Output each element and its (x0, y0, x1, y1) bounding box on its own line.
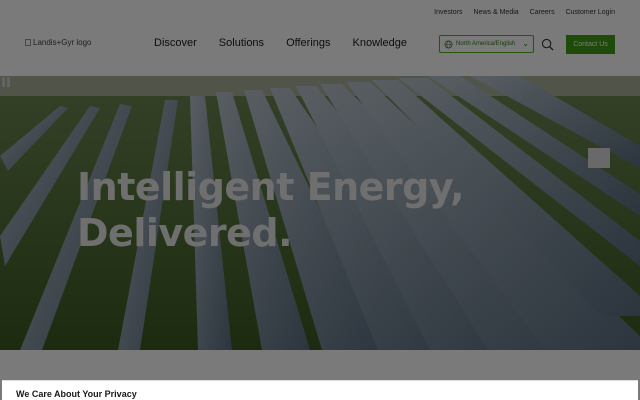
contact-us-button[interactable]: Contact Us (566, 35, 615, 54)
content-band (0, 350, 640, 380)
link-news-media[interactable]: News & Media (474, 9, 519, 16)
link-customer-login[interactable]: Customer Login (566, 9, 615, 16)
hero-title: Intelligent Energy, Delivered. (77, 164, 465, 256)
hero-title-line-1: Intelligent Energy, (77, 165, 465, 209)
utility-nav: Investors News & Media Careers Customer … (434, 9, 615, 16)
region-language-select[interactable]: North America/English ⌄ (439, 35, 534, 53)
site-header: Investors News & Media Careers Customer … (0, 0, 640, 76)
hero-banner: Intelligent Energy, Delivered. (0, 76, 640, 350)
link-careers[interactable]: Careers (530, 9, 555, 16)
pause-icon[interactable] (0, 76, 12, 88)
chevron-down-icon: ⌄ (522, 39, 529, 48)
nav-knowledge[interactable]: Knowledge (353, 37, 407, 49)
nav-discover[interactable]: Discover (154, 37, 197, 49)
broken-image-icon (25, 39, 31, 46)
globe-icon (444, 40, 453, 48)
logo[interactable]: Landis+Gyr logo (25, 38, 91, 47)
nav-offerings[interactable]: Offerings (286, 37, 330, 49)
search-icon[interactable] (541, 38, 554, 51)
main-nav: Discover Solutions Offerings Knowledge (154, 37, 407, 49)
link-investors[interactable]: Investors (434, 9, 462, 16)
nav-solutions[interactable]: Solutions (219, 37, 264, 49)
hero-title-line-2: Delivered. (77, 211, 293, 255)
region-label: North America/English (456, 41, 516, 47)
privacy-title: We Care About Your Privacy (16, 389, 137, 399)
privacy-banner: We Care About Your Privacy (2, 380, 638, 400)
logo-alt-text: Landis+Gyr logo (33, 38, 92, 47)
